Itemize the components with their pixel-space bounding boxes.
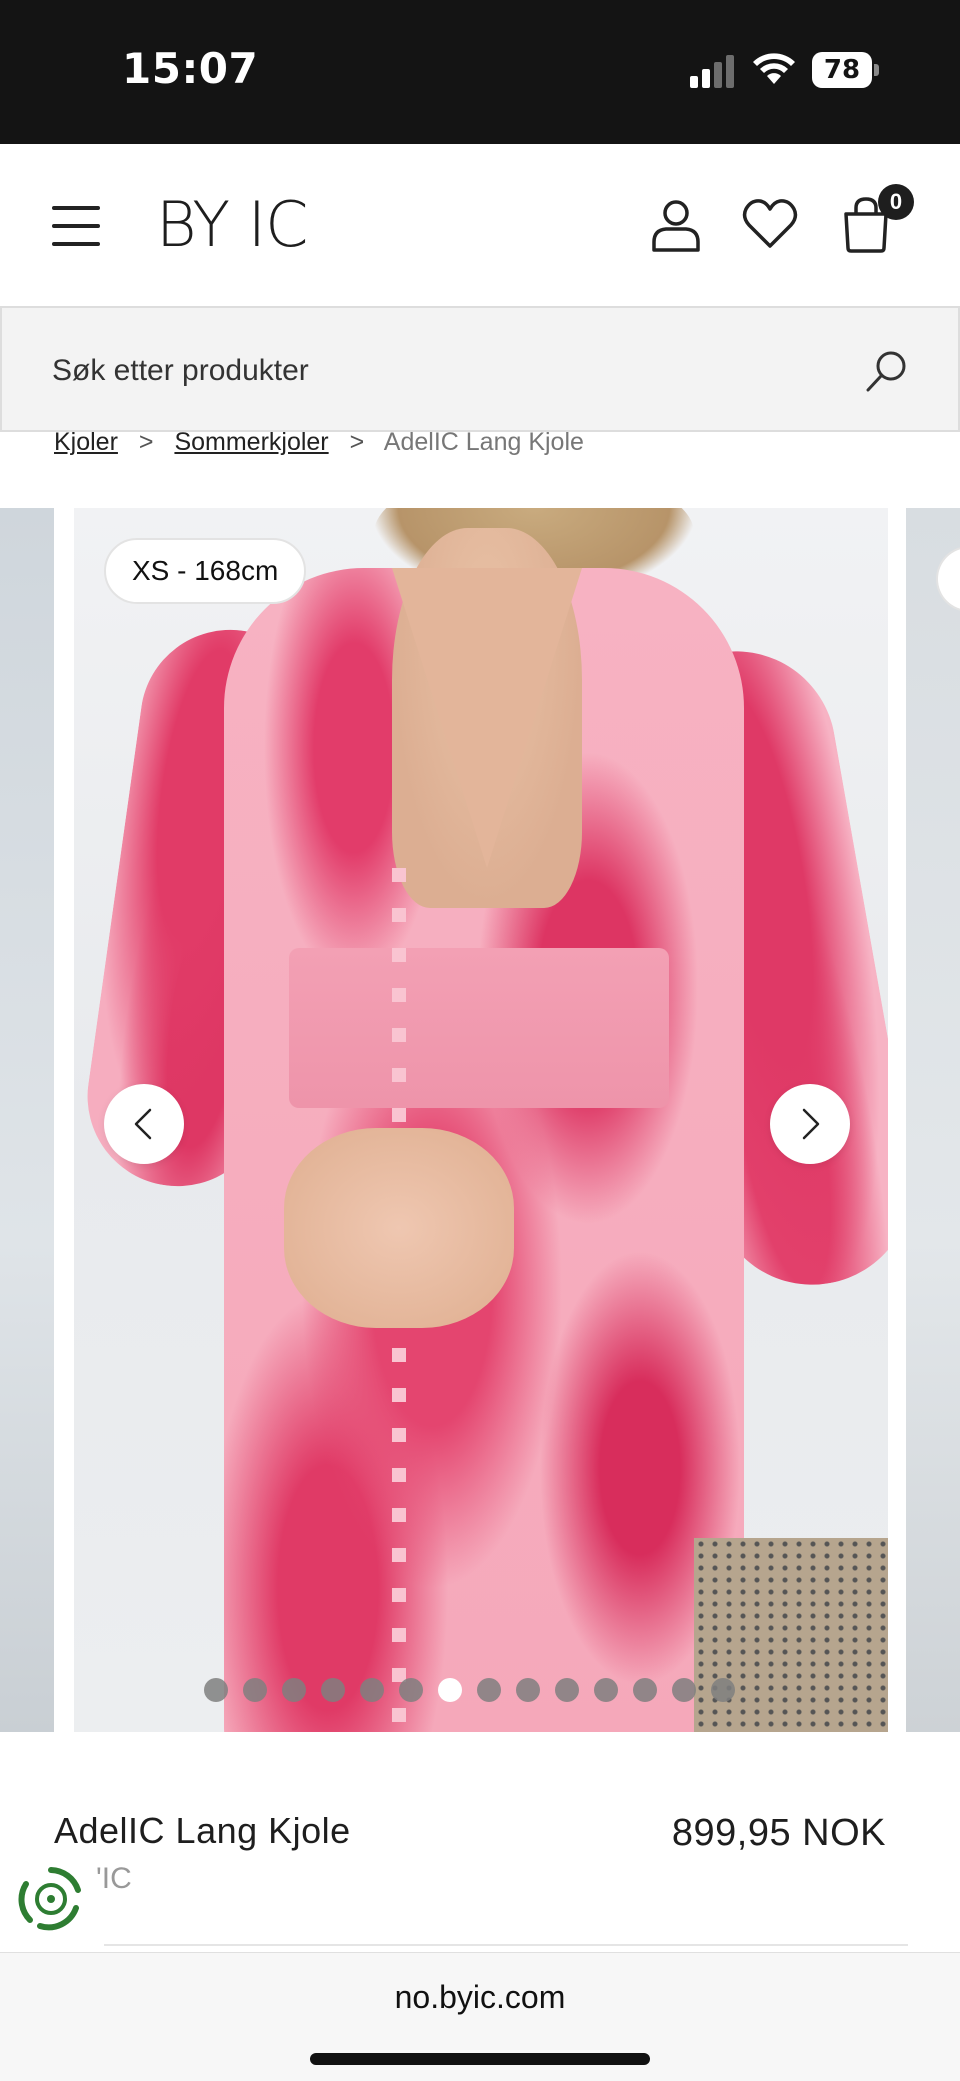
image-pebbles — [694, 1538, 888, 1732]
wifi-icon — [753, 53, 795, 84]
pagination-dot[interactable] — [516, 1678, 540, 1702]
battery-level: 78 — [812, 52, 872, 88]
breadcrumb-separator: > — [138, 428, 154, 456]
pagination-dot[interactable] — [399, 1678, 423, 1702]
cellular-signal-icon — [690, 55, 734, 88]
home-indicator — [310, 2053, 650, 2065]
pagination-dot[interactable] — [204, 1678, 228, 1702]
cart-count-badge[interactable]: 0 — [878, 184, 914, 220]
hamburger-menu-icon[interactable] — [52, 204, 100, 248]
pagination-dot[interactable] — [243, 1678, 267, 1702]
status-bar: 15:07 78 — [0, 0, 960, 144]
chevron-left-icon — [134, 1108, 152, 1140]
product-price: 899,95 NOK — [671, 1812, 886, 1854]
pagination-dot[interactable] — [282, 1678, 306, 1702]
breadcrumb-link-sommerkjoler[interactable]: Sommerkjoler — [174, 428, 328, 456]
wishlist-heart-icon[interactable] — [740, 194, 800, 254]
previous-slide-preview[interactable] — [0, 508, 54, 1732]
search-input[interactable] — [52, 348, 812, 394]
pagination-dot-active[interactable] — [438, 1678, 462, 1702]
pagination-dot[interactable] — [321, 1678, 345, 1702]
sustainability-badge-icon[interactable] — [16, 1864, 86, 1934]
breadcrumb-separator: > — [349, 428, 365, 456]
model-size-badge: XS - 168cm — [104, 538, 307, 604]
pagination-dot[interactable] — [360, 1678, 384, 1702]
pagination-dot[interactable] — [594, 1678, 618, 1702]
image-waistband — [289, 948, 669, 1108]
chevron-right-icon — [802, 1108, 820, 1140]
account-icon[interactable] — [646, 194, 706, 254]
divider — [104, 1944, 908, 1946]
product-info: AdelIC Lang Kjole 899,95 NOK 'IC — [0, 1732, 960, 1952]
battery-icon: 78 — [812, 52, 880, 88]
site-header: BY IC 0 — [0, 144, 960, 306]
battery-tip — [874, 64, 879, 76]
brand-logo[interactable]: BY IC — [156, 188, 308, 261]
image-hands — [284, 1128, 514, 1328]
gallery-pagination-dots — [204, 1678, 735, 1702]
search-icon[interactable] — [864, 348, 910, 394]
url-text[interactable]: no.byic.com — [0, 1979, 960, 2016]
pagination-dot[interactable] — [672, 1678, 696, 1702]
breadcrumb-link-kjoler[interactable]: Kjoler — [54, 428, 118, 456]
gallery-next-button[interactable] — [770, 1084, 850, 1164]
gallery-prev-button[interactable] — [104, 1084, 184, 1164]
product-page: 15:07 78 BY IC 0 Søk etter produkter Kjo… — [0, 0, 960, 2081]
breadcrumb: Kjoler > Sommerkjoler > AdelIC Lang Kjol… — [54, 428, 584, 457]
next-slide-preview[interactable] — [906, 508, 960, 1732]
breadcrumb-current: AdelIC Lang Kjole — [383, 428, 584, 456]
search-bar — [0, 306, 960, 432]
pagination-dot[interactable] — [477, 1678, 501, 1702]
product-name: AdelIC Lang Kjole — [54, 1810, 351, 1851]
product-brand: 'IC — [96, 1862, 132, 1895]
pagination-dot[interactable] — [555, 1678, 579, 1702]
product-image-gallery[interactable]: XS - 168cm — [0, 508, 960, 1732]
pagination-dot[interactable] — [633, 1678, 657, 1702]
browser-address-bar[interactable]: no.byic.com — [0, 1952, 960, 2081]
product-image[interactable] — [74, 508, 888, 1732]
status-time: 15:07 — [122, 44, 259, 93]
pagination-dot[interactable] — [711, 1678, 735, 1702]
next-slide-size-badge — [936, 546, 960, 612]
